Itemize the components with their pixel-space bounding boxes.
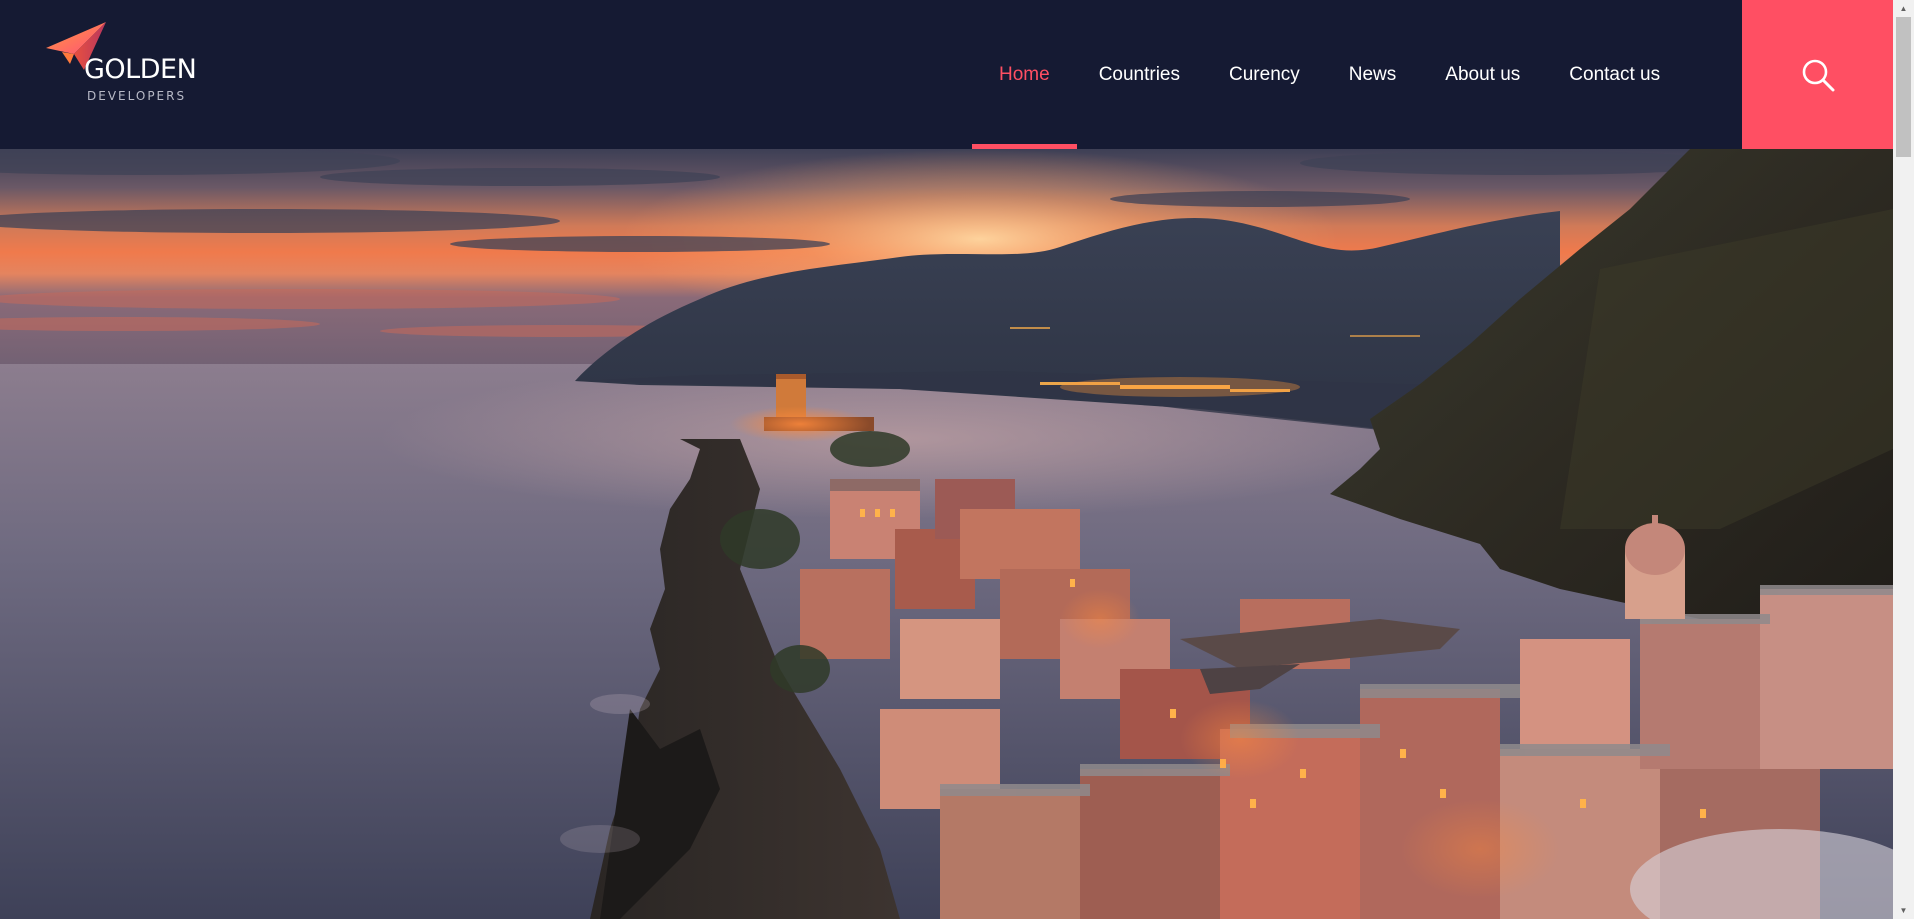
nav-item-curency[interactable]: Curency xyxy=(1205,0,1325,149)
scroll-up-arrow-icon[interactable]: ▲ xyxy=(1893,0,1914,17)
site-header: GOLDEN DEVELOPERS Home Countries Curency… xyxy=(0,0,1893,149)
search-button[interactable] xyxy=(1742,0,1893,149)
hero-banner xyxy=(0,149,1893,919)
nav-item-about-us[interactable]: About us xyxy=(1421,0,1545,149)
scrollbar-thumb[interactable] xyxy=(1896,17,1911,157)
brand-name: GOLDEN xyxy=(84,54,197,85)
brand-tagline: DEVELOPERS xyxy=(87,89,187,103)
nav-item-contact-us[interactable]: Contact us xyxy=(1545,0,1685,149)
page-scrollbar[interactable]: ▲ ▼ xyxy=(1893,0,1914,919)
page: GOLDEN DEVELOPERS Home Countries Curency… xyxy=(0,0,1914,919)
hero-image xyxy=(0,149,1893,919)
nav-item-news[interactable]: News xyxy=(1325,0,1422,149)
scroll-down-arrow-icon[interactable]: ▼ xyxy=(1893,902,1914,919)
main-nav: Home Countries Curency News About us Con… xyxy=(972,0,1685,149)
brand-logo[interactable]: GOLDEN DEVELOPERS xyxy=(44,20,214,110)
search-icon xyxy=(1802,59,1834,91)
nav-item-countries[interactable]: Countries xyxy=(1077,0,1205,149)
nav-item-home[interactable]: Home xyxy=(972,0,1077,149)
